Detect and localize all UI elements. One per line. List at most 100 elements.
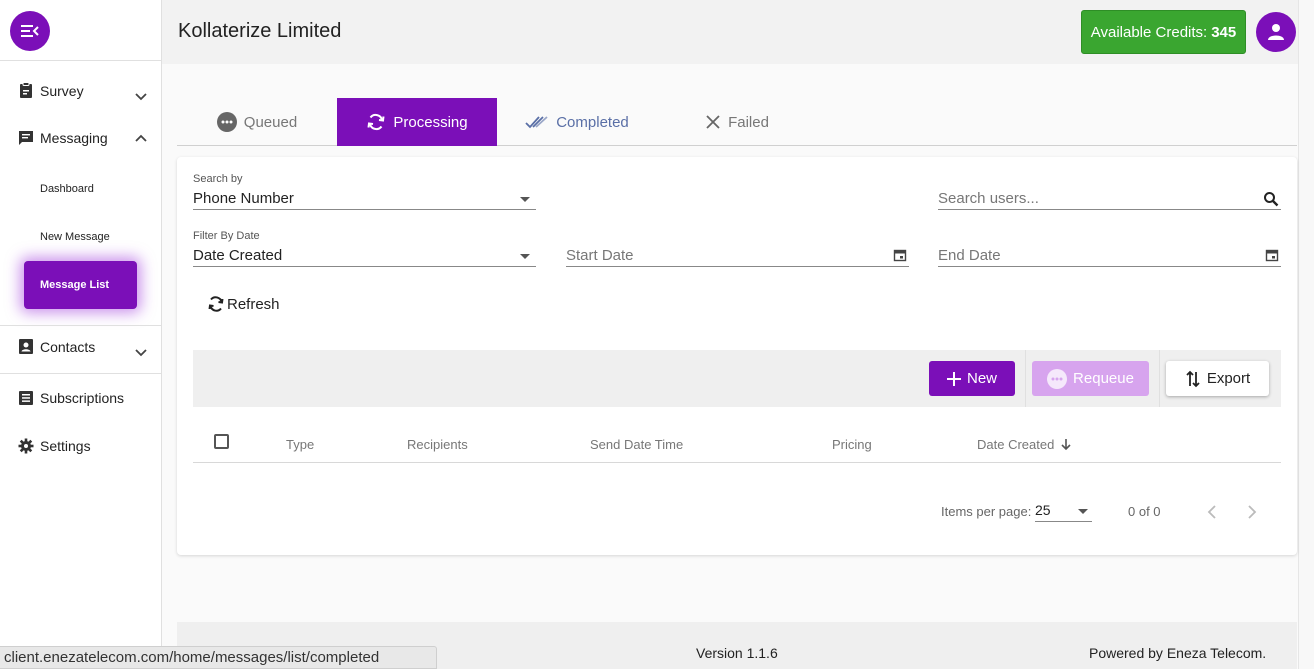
sidebar-item-label: Subscriptions	[40, 390, 125, 406]
calendar-icon[interactable]	[1265, 248, 1279, 262]
column-header-date-created[interactable]: Date Created	[977, 437, 1072, 452]
double-check-icon	[525, 116, 548, 129]
tab-label: Failed	[728, 113, 769, 131]
refresh-icon	[208, 296, 224, 312]
end-date-placeholder: End Date	[938, 247, 1001, 264]
menu-collapse-icon	[21, 25, 39, 37]
tab-label: Processing	[393, 113, 468, 131]
sidebar-subitem-dashboard[interactable]: Dashboard	[40, 183, 94, 195]
calendar-icon[interactable]	[893, 248, 907, 262]
sidebar-item-contacts[interactable]: Contacts	[18, 338, 95, 355]
page-title: Kollaterize Limited	[178, 20, 342, 42]
column-header-type[interactable]: Type	[286, 437, 314, 452]
sidebar-divider	[0, 373, 161, 374]
main-content: Queued Processing Completed Failed Searc…	[162, 64, 1298, 669]
end-date-field[interactable]: End Date	[938, 247, 1281, 267]
tab-queued[interactable]: Queued	[177, 98, 337, 146]
sidebar-subitem-message-list[interactable]: Message List	[24, 261, 137, 309]
gear-icon	[18, 438, 34, 454]
avatar[interactable]	[1256, 12, 1296, 52]
list-icon	[19, 391, 33, 405]
contacts-icon	[19, 339, 33, 354]
select-all-checkbox[interactable]	[214, 434, 229, 449]
chevron-up-icon[interactable]	[133, 130, 149, 146]
toolbar-divider	[1159, 350, 1160, 407]
sidebar-divider	[0, 325, 161, 326]
sidebar-item-label: Contacts	[40, 338, 96, 355]
close-icon	[706, 115, 720, 129]
dots-circle-icon	[1047, 368, 1068, 389]
requeue-button-label: Requeue	[1073, 370, 1134, 387]
scrollbar[interactable]	[1298, 0, 1314, 669]
tab-label: Queued	[243, 113, 298, 131]
column-header-recipients[interactable]: Recipients	[407, 437, 468, 452]
sidebar-subitem-new-message[interactable]: New Message	[40, 231, 110, 243]
dropdown-caret-icon	[520, 254, 530, 259]
search-placeholder: Search users...	[938, 190, 1039, 207]
credits-value: 345	[1211, 23, 1237, 41]
search-by-select[interactable]: Phone Number	[193, 190, 536, 210]
search-input[interactable]: Search users...	[938, 190, 1281, 210]
start-date-placeholder: Start Date	[566, 247, 634, 264]
sidebar-item-subscriptions[interactable]: Subscriptions	[18, 390, 124, 406]
sidebar-item-label: Messaging	[40, 130, 108, 146]
previous-page-icon[interactable]	[1206, 504, 1218, 520]
powered-by-text: Powered by Eneza Telecom.	[1089, 645, 1267, 661]
chevron-down-icon[interactable]	[133, 345, 149, 361]
sort-arrows-icon	[1186, 370, 1200, 387]
requeue-button[interactable]: Requeue	[1032, 361, 1149, 396]
sync-icon	[367, 113, 385, 131]
start-date-field[interactable]: Start Date	[566, 247, 909, 267]
status-tabs: Queued Processing Completed Failed	[177, 98, 1297, 146]
dots-circle-icon	[216, 112, 237, 132]
search-icon	[1264, 192, 1279, 207]
sidebar-item-label: Survey	[40, 82, 84, 99]
user-icon	[1268, 24, 1284, 40]
search-by-value: Phone Number	[193, 190, 294, 207]
credits-label: Available Credits:	[1090, 23, 1208, 41]
column-header-pricing[interactable]: Pricing	[832, 437, 872, 452]
export-button-label: Export	[1206, 370, 1251, 387]
tab-failed[interactable]: Failed	[657, 98, 817, 146]
filter-by-date-label: Filter By Date	[193, 230, 260, 242]
items-per-page-select[interactable]: 25	[1035, 502, 1092, 522]
sidebar-item-survey[interactable]: Survey	[18, 82, 84, 99]
sidebar: Survey Messaging Dashboard New Message M…	[0, 0, 162, 669]
items-per-page-value: 25	[1035, 502, 1051, 518]
column-header-send-date-time[interactable]: Send Date Time	[590, 437, 683, 452]
filter-by-date-value: Date Created	[193, 247, 283, 264]
status-bar-url: client.enezatelecom.com/home/messages/li…	[0, 646, 437, 669]
items-per-page-label: Items per page:	[941, 504, 1032, 519]
new-button-label: New	[966, 370, 997, 387]
filter-by-date-select[interactable]: Date Created	[193, 247, 536, 267]
search-by-label: Search by	[193, 173, 243, 185]
dropdown-caret-icon	[520, 197, 530, 202]
page-range: 0 of 0	[1128, 504, 1161, 519]
message-icon	[19, 131, 33, 145]
dropdown-caret-icon	[1078, 509, 1088, 514]
toolbar-divider	[1025, 350, 1026, 407]
tab-completed[interactable]: Completed	[497, 98, 657, 146]
version-text: Version 1.1.6	[696, 645, 778, 661]
clipboard-icon	[20, 82, 32, 98]
plus-icon	[946, 371, 961, 386]
next-page-icon[interactable]	[1246, 504, 1258, 520]
sidebar-item-settings[interactable]: Settings	[18, 438, 91, 454]
sort-descending-icon	[1061, 439, 1071, 451]
column-header-label: Date Created	[977, 437, 1055, 452]
menu-toggle-button[interactable]	[10, 11, 50, 51]
sidebar-item-messaging[interactable]: Messaging	[18, 130, 108, 146]
new-button[interactable]: New	[929, 361, 1015, 396]
top-header: Kollaterize Limited Available Credits: 3…	[162, 0, 1298, 64]
chevron-down-icon[interactable]	[133, 89, 149, 105]
refresh-label: Refresh	[227, 295, 280, 313]
refresh-button[interactable]: Refresh	[207, 295, 280, 313]
tab-label: Completed	[556, 113, 629, 131]
credits-badge[interactable]: Available Credits: 345	[1081, 10, 1246, 54]
message-list-card: Search by Phone Number Search users... F…	[177, 157, 1297, 555]
sidebar-item-label: Settings	[40, 438, 91, 454]
export-button[interactable]: Export	[1166, 361, 1269, 396]
tab-processing[interactable]: Processing	[337, 98, 497, 146]
table-toolbar: New Requeue Export	[193, 350, 1281, 407]
table-header-row: Type Recipients Send Date Time Pricing D…	[193, 425, 1281, 463]
